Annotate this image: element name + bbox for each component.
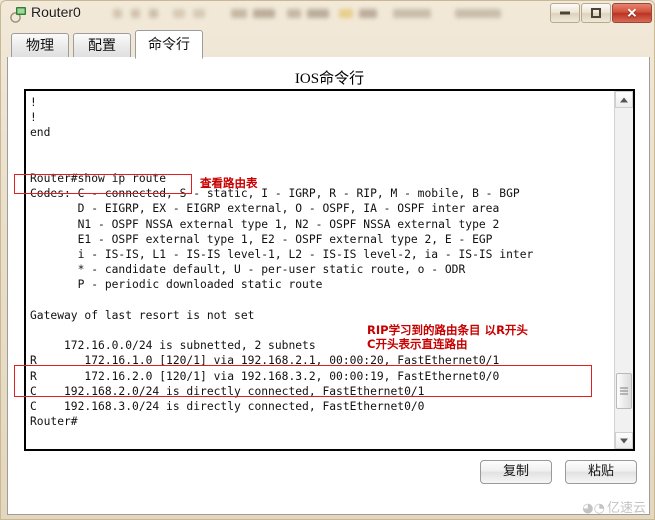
title-bar: Router0 ✕ [1, 1, 655, 28]
close-icon: ✕ [626, 5, 638, 21]
tab-config-label: 配置 [88, 37, 116, 53]
router-cli-window: Router0 ✕ 物理 配置 命令行 IOS命令行 ! ! end Route… [0, 0, 655, 520]
console-output[interactable]: ! ! end Router#show ip route Codes: C - … [26, 91, 614, 449]
tab-bar: 物理 配置 命令行 [7, 30, 650, 59]
window-controls: ✕ [549, 3, 652, 24]
scroll-down-button[interactable] [615, 432, 633, 449]
paste-button-label: 粘贴 [587, 464, 614, 479]
page-title: IOS命令行 [294, 71, 365, 87]
chevron-up-icon [620, 97, 628, 102]
console-scrollbar[interactable] [614, 91, 633, 449]
close-button[interactable]: ✕ [612, 3, 652, 23]
scroll-up-button[interactable] [615, 91, 633, 108]
tab-cli[interactable]: 命令行 [135, 30, 203, 59]
scrollbar-thumb[interactable] [616, 373, 632, 409]
minimize-button[interactable] [550, 3, 580, 23]
minimize-icon [560, 11, 570, 15]
console-container: ! ! end Router#show ip route Codes: C - … [24, 89, 635, 451]
paste-button[interactable]: 粘贴 [565, 460, 637, 484]
maximize-button[interactable] [581, 3, 611, 23]
copy-button[interactable]: 复制 [480, 460, 552, 484]
cli-panel: IOS命令行 ! ! end Router#show ip route Code… [7, 57, 650, 515]
tab-physical-label: 物理 [26, 37, 54, 53]
annotation-command: 查看路由表 [200, 176, 258, 190]
maximize-icon [591, 8, 601, 18]
cloud-logo-icon: ◕◔ [582, 501, 605, 516]
chevron-down-icon [620, 438, 628, 443]
tab-cli-label: 命令行 [148, 36, 190, 52]
console-text: ! ! end Router#show ip route Codes: C - … [30, 96, 534, 429]
grip-icon [620, 387, 628, 395]
tab-physical[interactable]: 物理 [11, 33, 69, 58]
watermark: ◕◔ 亿速云 [582, 497, 646, 516]
router-icon [10, 6, 27, 23]
tab-config[interactable]: 配置 [73, 33, 131, 58]
watermark-text: 亿速云 [606, 501, 646, 516]
annotation-routes: RIP学习到的路由条目 以R开头 C开头表示直连路由 [367, 323, 528, 351]
copy-button-label: 复制 [502, 464, 529, 479]
blurred-background-toolbar [111, 9, 531, 23]
window-title: Router0 [31, 4, 81, 20]
